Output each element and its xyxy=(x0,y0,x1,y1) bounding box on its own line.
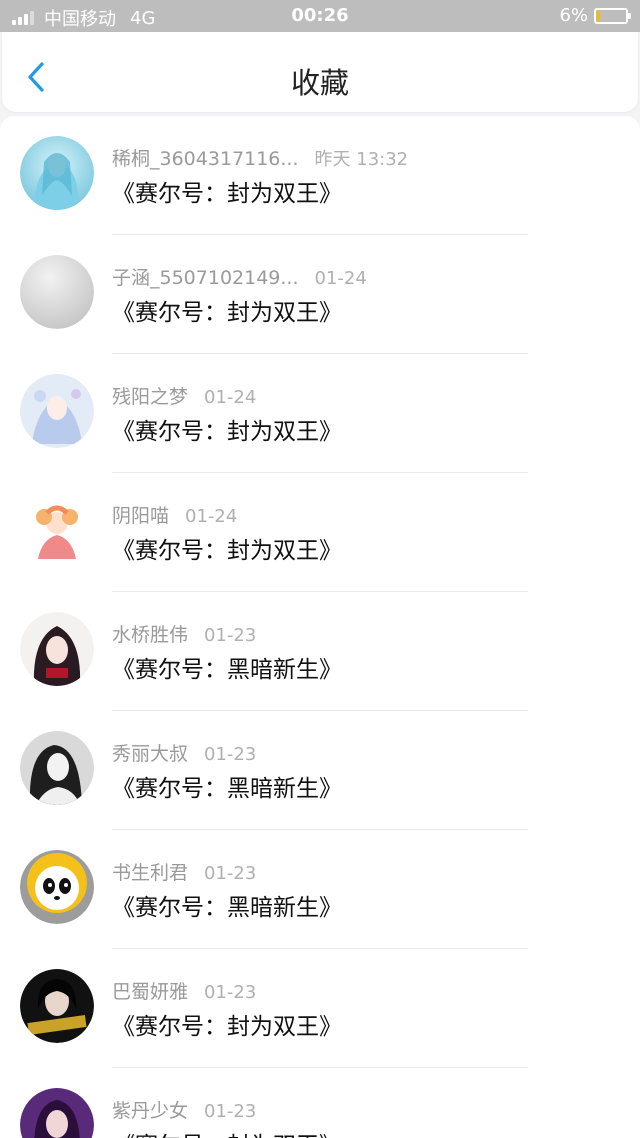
item-title: 《赛尔号：封为双王》 xyxy=(112,419,342,445)
username: 紫丹少女 xyxy=(112,1100,189,1122)
favorites-list: 稀桐_3604317116... 昨天 13:32 《赛尔号：封为双王》 子涵_5… xyxy=(0,116,640,1138)
timestamp: 01-24 xyxy=(185,506,238,527)
item-title: 《赛尔号：黑暗新生》 xyxy=(112,657,342,683)
timestamp: 01-23 xyxy=(204,744,257,765)
nav-bar: 收藏 xyxy=(2,32,638,112)
avatar xyxy=(20,136,94,210)
list-item[interactable]: 巴蜀妍雅 01-23 《赛尔号：封为双王》 xyxy=(0,949,640,1068)
username: 稀桐_3604317116... xyxy=(112,148,299,170)
avatar xyxy=(20,1088,94,1138)
timestamp: 01-23 xyxy=(204,863,257,884)
timestamp: 01-24 xyxy=(314,268,367,289)
item-title: 《赛尔号：封为双王》 xyxy=(112,300,342,326)
list-item[interactable]: 残阳之梦 01-24 《赛尔号：封为双王》 xyxy=(0,354,640,473)
avatar xyxy=(20,374,94,448)
item-title: 《赛尔号：封为双王》 xyxy=(112,1126,342,1138)
timestamp: 01-24 xyxy=(204,387,257,408)
status-bar: 中国移动 4G 00:26 6% xyxy=(0,0,640,32)
page-title: 收藏 xyxy=(290,66,349,100)
timestamp: 01-23 xyxy=(204,1101,257,1122)
username: 子涵_5507102149... xyxy=(112,267,299,289)
item-title: 《赛尔号：黑暗新生》 xyxy=(112,776,342,802)
timestamp: 01-23 xyxy=(204,982,257,1003)
list-item[interactable]: 书生利君 01-23 《赛尔号：黑暗新生》 xyxy=(0,830,640,949)
username: 阴阳喵 xyxy=(112,505,170,527)
username: 书生利君 xyxy=(112,862,189,884)
list-item[interactable]: 秀丽大叔 01-23 《赛尔号：黑暗新生》 xyxy=(0,711,640,830)
list-item[interactable]: 紫丹少女 01-23 《赛尔号：封为双王》 xyxy=(0,1068,640,1138)
avatar xyxy=(20,969,94,1043)
timestamp: 01-23 xyxy=(204,625,257,646)
username: 残阳之梦 xyxy=(112,386,189,408)
item-title: 《赛尔号：封为双王》 xyxy=(112,181,342,207)
avatar xyxy=(20,255,94,329)
list-item[interactable]: 阴阳喵 01-24 《赛尔号：封为双王》 xyxy=(0,473,640,592)
battery-icon xyxy=(594,7,631,24)
username: 水桥胜伟 xyxy=(112,624,189,646)
avatar xyxy=(20,850,94,924)
avatar xyxy=(20,612,94,686)
clock: 00:26 xyxy=(291,5,349,26)
item-title: 《赛尔号：黑暗新生》 xyxy=(112,895,342,921)
list-item[interactable]: 子涵_5507102149... 01-24 《赛尔号：封为双王》 xyxy=(0,235,640,354)
battery-percent: 6% xyxy=(559,5,588,26)
item-title: 《赛尔号：封为双王》 xyxy=(112,538,342,564)
item-title: 《赛尔号：封为双王》 xyxy=(112,1014,342,1040)
avatar xyxy=(20,493,94,567)
list-item[interactable]: 水桥胜伟 01-23 《赛尔号：黑暗新生》 xyxy=(0,592,640,711)
avatar xyxy=(20,731,94,805)
username: 秀丽大叔 xyxy=(112,743,189,765)
timestamp: 昨天 13:32 xyxy=(314,149,409,170)
username: 巴蜀妍雅 xyxy=(112,981,189,1003)
list-item[interactable]: 稀桐_3604317116... 昨天 13:32 《赛尔号：封为双王》 xyxy=(0,116,640,235)
